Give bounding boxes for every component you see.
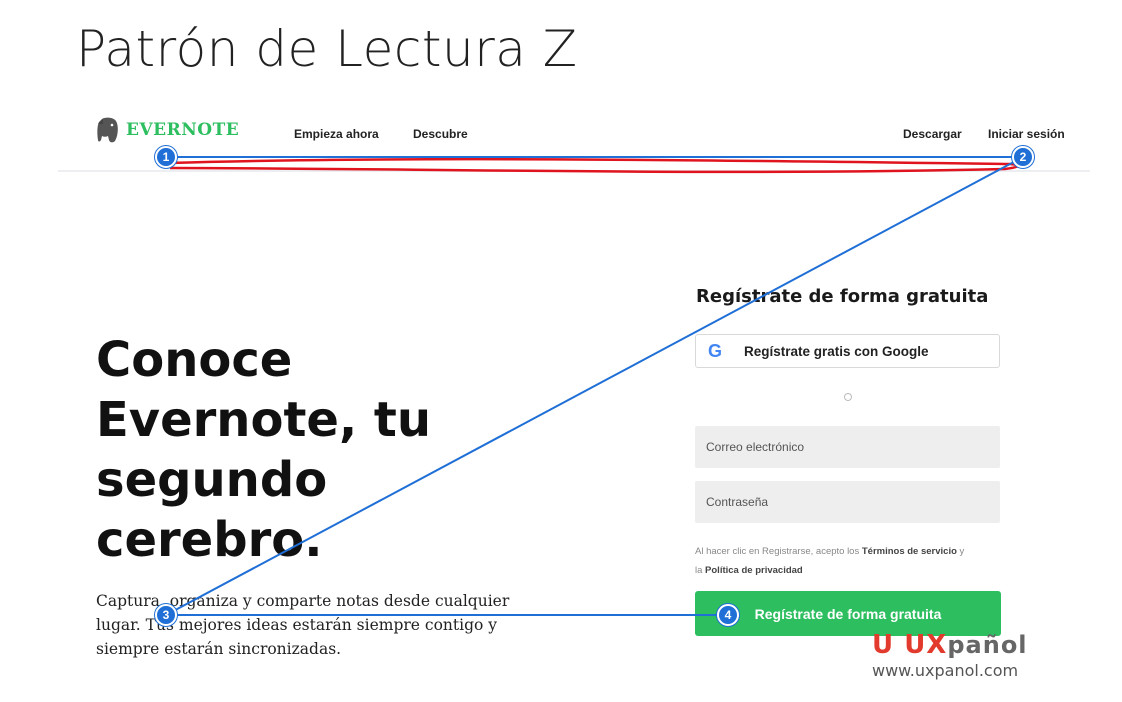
- nav-descargar[interactable]: Descargar: [903, 127, 962, 141]
- submit-label: Regístrate de forma gratuita: [754, 605, 942, 622]
- hero-body-line: siempre estarán sincronizadas.: [96, 640, 342, 658]
- password-field[interactable]: [695, 481, 1000, 523]
- evernote-logo[interactable]: EVERNOTE: [96, 116, 239, 144]
- hero-line: Conoce: [96, 332, 293, 388]
- logo-text: EVERNOTE: [126, 120, 240, 140]
- watermark-brand: U UXpañol: [872, 632, 1028, 658]
- legal-middle: y: [959, 546, 965, 557]
- email-field[interactable]: [695, 426, 1000, 468]
- form-heading: Regístrate de forma gratuita: [696, 286, 989, 307]
- legal-text: Al hacer clic en Registrarse, acepto los…: [695, 542, 1010, 580]
- watermark-ux: UX: [904, 630, 948, 660]
- watermark-u: U: [872, 630, 895, 660]
- hero-line: cerebro.: [96, 512, 323, 568]
- submit-signup-button[interactable]: Regístrate de forma gratuita: [695, 591, 1001, 636]
- marker-3: 3: [155, 604, 177, 626]
- hero-line: segundo: [96, 452, 328, 508]
- hero-line: Evernote, tu: [96, 392, 432, 448]
- hero-headline: Conoce Evernote, tu segundo cerebro.: [96, 330, 476, 570]
- elephant-icon: [97, 117, 118, 143]
- google-icon: G: [708, 340, 723, 361]
- watermark-rest: pañol: [947, 631, 1028, 659]
- legal-article: la: [695, 565, 703, 576]
- terms-link[interactable]: Términos de servicio: [862, 546, 957, 557]
- privacy-link[interactable]: Política de privacidad: [705, 565, 803, 576]
- legal-prefix: Al hacer clic en Registrarse, acepto los: [695, 546, 860, 557]
- marker-2: 2: [1012, 146, 1034, 168]
- marker-1: 1: [155, 146, 177, 168]
- slide-title: Patrón de Lectura Z: [76, 20, 578, 78]
- nav-iniciar-sesion[interactable]: Iniciar sesión: [988, 127, 1065, 141]
- marker-4: 4: [717, 604, 739, 626]
- separator-dot: [844, 393, 852, 401]
- hero-description: Captura, organiza y comparte notas desde…: [96, 589, 516, 661]
- google-signup-button[interactable]: G Regístrate gratis con Google: [695, 334, 1000, 368]
- nav-descubre[interactable]: Descubre: [413, 127, 468, 141]
- nav-empieza-ahora[interactable]: Empieza ahora: [294, 127, 379, 141]
- watermark-url: www.uxpanol.com: [872, 661, 1019, 680]
- uxpanol-watermark: U UXpañol www.uxpanol.com: [872, 632, 1028, 680]
- google-signup-label: Regístrate gratis con Google: [744, 343, 929, 359]
